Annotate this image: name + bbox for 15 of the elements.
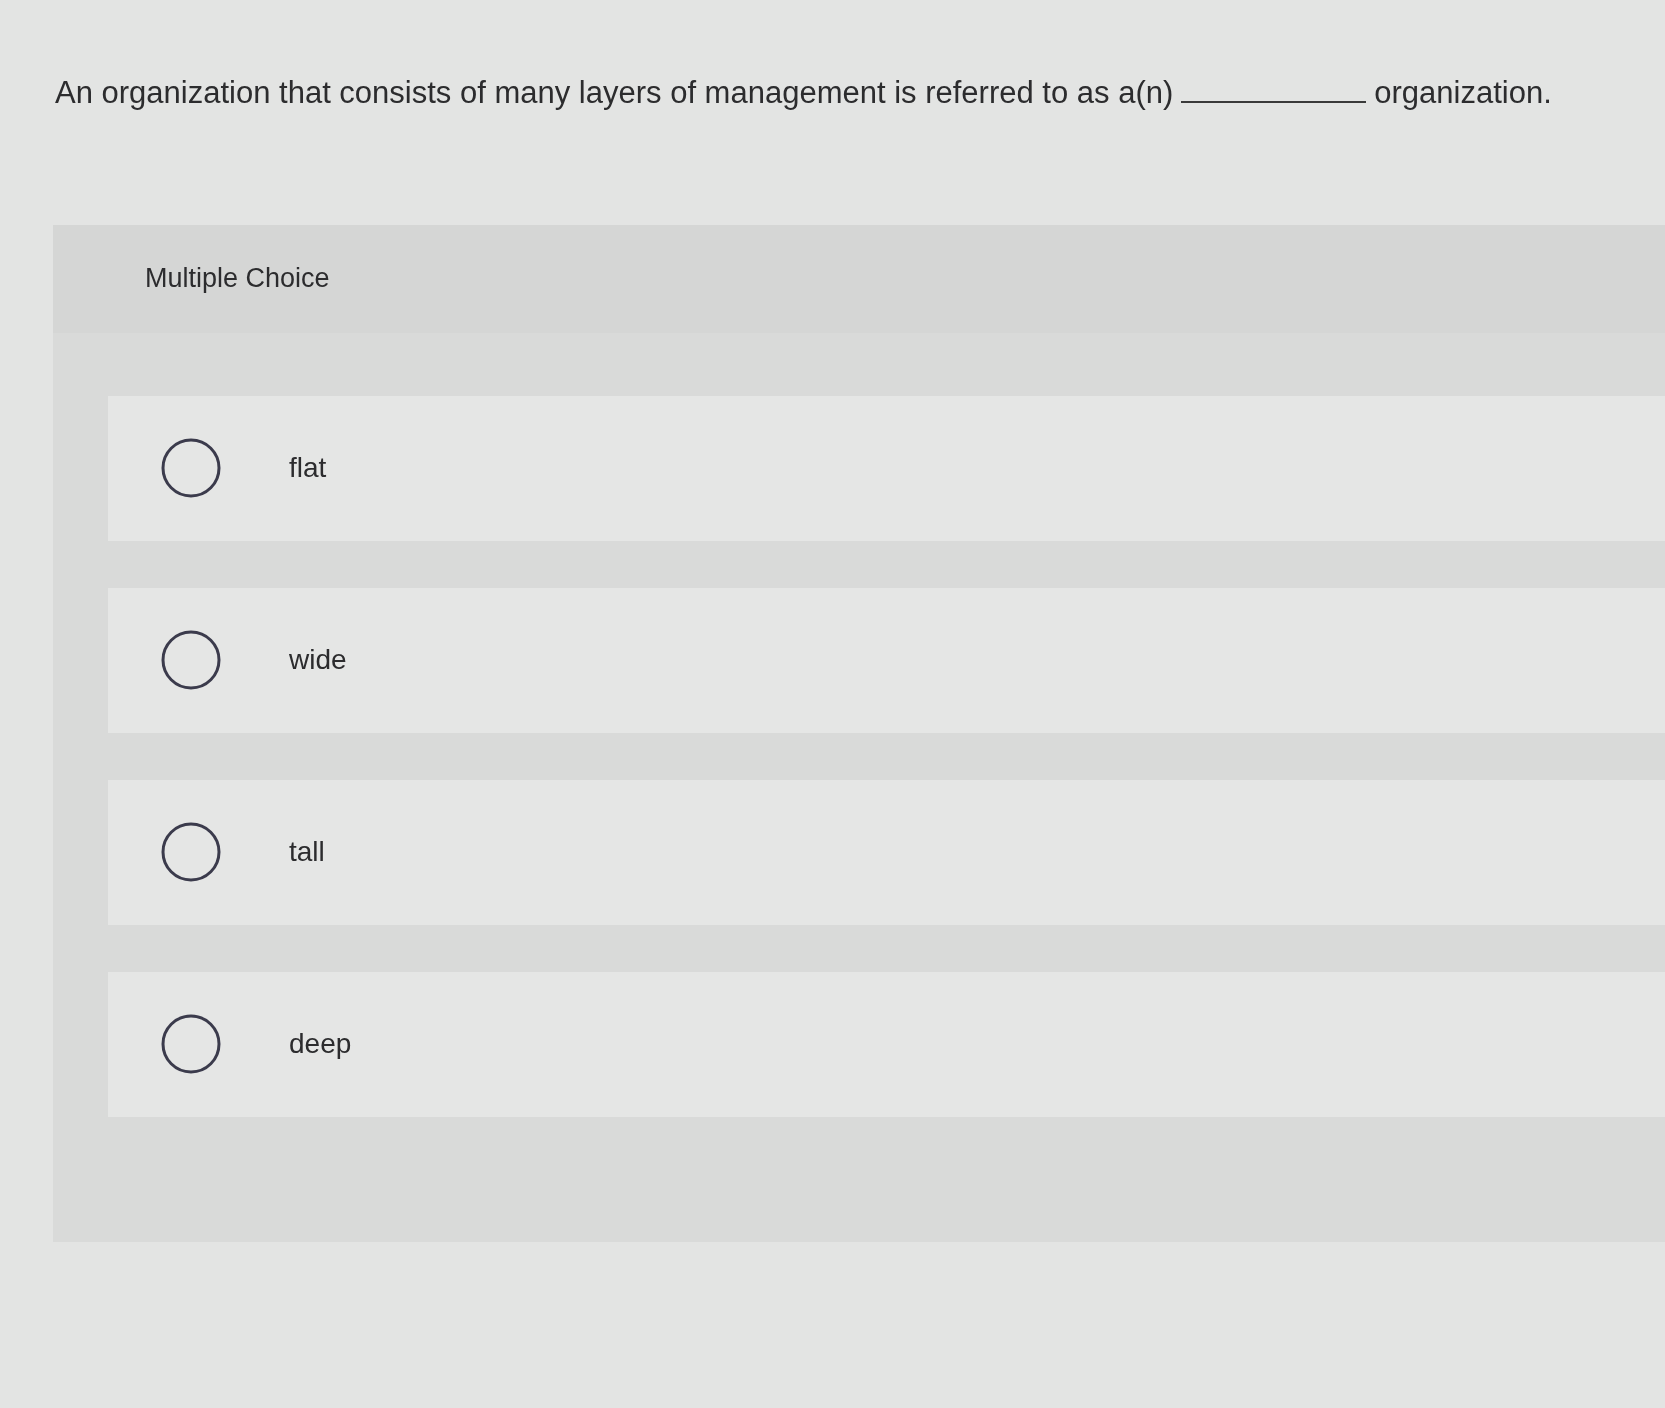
option-label: wide <box>289 643 347 677</box>
radio-button[interactable] <box>161 438 221 498</box>
radio-button[interactable] <box>161 630 221 690</box>
option-label: tall <box>289 835 325 869</box>
option-label: flat <box>289 451 327 485</box>
section-title: Multiple Choice <box>145 262 330 296</box>
question-text: organization. <box>1374 74 1552 112</box>
answer-option[interactable]: flat <box>108 395 1665 541</box>
answer-option[interactable]: deep <box>108 971 1665 1117</box>
radio-button[interactable] <box>161 1014 221 1074</box>
question-text: An organization that consists of many layers of management is referred to as a(n) <box>55 74 1174 112</box>
option-label: deep <box>289 1027 352 1061</box>
answer-option[interactable]: wide <box>108 587 1665 733</box>
answer-option[interactable]: tall <box>108 779 1665 925</box>
radio-button[interactable] <box>161 822 221 882</box>
